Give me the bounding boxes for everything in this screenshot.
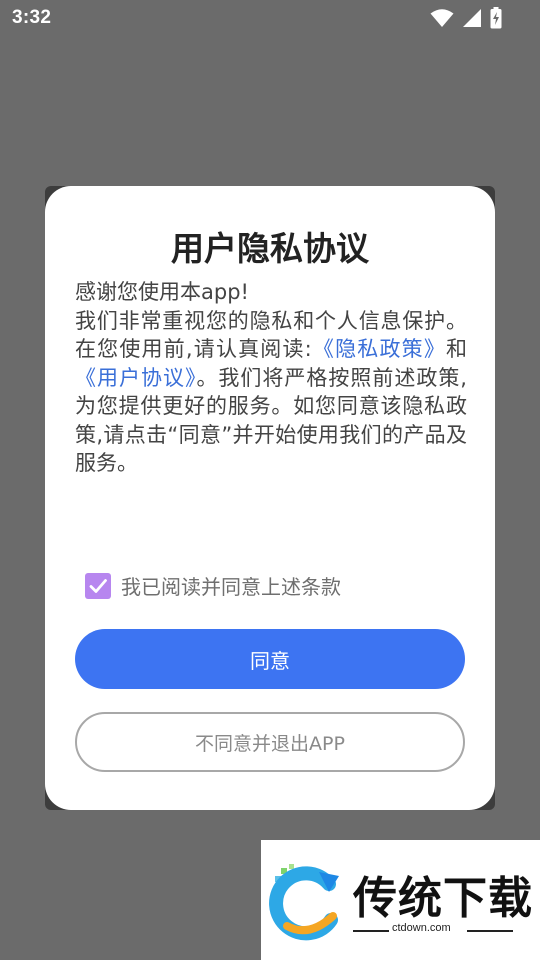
status-bar: 3:32 xyxy=(0,0,540,36)
consent-label: 我已阅读并同意上述条款 xyxy=(121,575,341,599)
dialog-body: 感谢您使用本app! 我们非常重视您的隐私和个人信息保护。在您使用前,请认真阅读… xyxy=(75,278,467,478)
watermark-domain: ctdown.com xyxy=(392,922,451,934)
watermark-badge: 传统下载 ctdown.com xyxy=(261,840,540,960)
watermark-divider-left xyxy=(353,930,389,932)
consent-checkbox[interactable] xyxy=(85,572,111,599)
agree-button[interactable]: 同意 xyxy=(75,629,465,689)
status-icons xyxy=(430,7,502,34)
cellular-signal-icon xyxy=(462,8,482,33)
watermark-divider-right xyxy=(467,930,513,932)
greeting-text: 感谢您使用本app! xyxy=(75,280,249,304)
watermark-brand: 传统下载 xyxy=(353,873,533,924)
battery-charging-icon xyxy=(490,7,502,34)
status-time: 3:32 xyxy=(12,7,52,28)
brand-logo-icon xyxy=(269,864,339,941)
dialog-title: 用户隐私协议 xyxy=(171,229,369,268)
privacy-policy-link[interactable]: 《隐私政策》 xyxy=(312,337,446,361)
privacy-agreement-dialog: 用户隐私协议 感谢您使用本app! 我们非常重视您的隐私和个人信息保护。在您使用… xyxy=(45,186,495,810)
decline-exit-button[interactable]: 不同意并退出APP xyxy=(75,712,465,772)
conjunction-text: 和 xyxy=(446,337,468,361)
user-agreement-link[interactable]: 《用户协议》 xyxy=(75,366,196,390)
consent-checkbox-row[interactable]: 我已阅读并同意上述条款 xyxy=(85,571,341,600)
checkmark-icon xyxy=(89,578,107,593)
wifi-icon xyxy=(430,8,454,33)
